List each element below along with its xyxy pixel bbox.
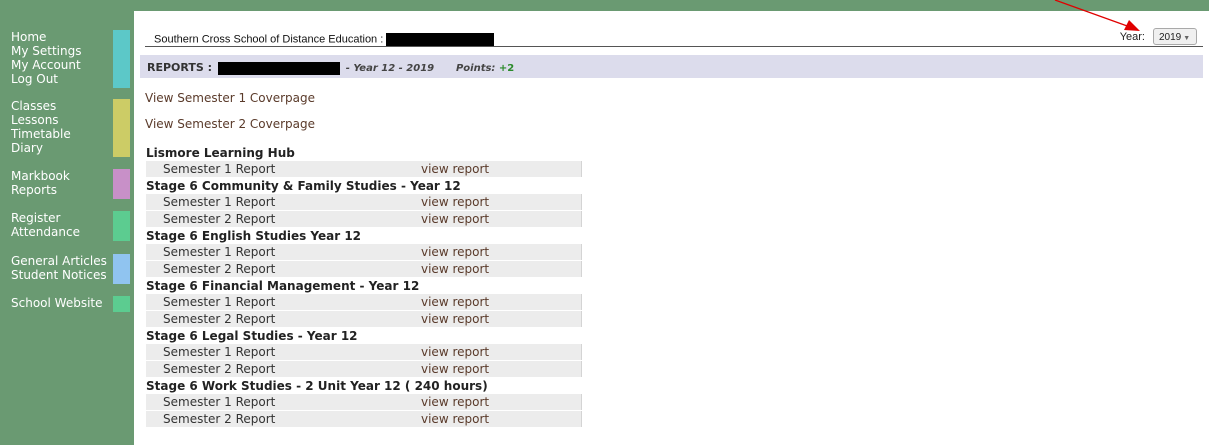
- report-row: Semester 2 Report view report: [146, 361, 582, 377]
- report-semester-label: Semester 2 Report: [163, 212, 276, 226]
- report-semester-label: Semester 1 Report: [163, 295, 276, 309]
- points-label: Points:: [455, 63, 496, 74]
- view-report-link[interactable]: view report: [421, 194, 489, 210]
- sidebar-color-bar: [113, 99, 130, 157]
- sidebar-group: Markbook Reports: [0, 169, 134, 199]
- chevron-down-icon: ▼: [1183, 35, 1191, 42]
- school-name: Southern Cross School of Distance Educat…: [154, 33, 384, 46]
- report-semester-label: Semester 1 Report: [163, 245, 276, 259]
- report-row: Semester 1 Report view report: [146, 344, 582, 360]
- sidebar-color-bar: [113, 254, 130, 284]
- sidebar-group: General Articles Student Notices: [0, 254, 134, 284]
- view-report-link[interactable]: view report: [421, 261, 489, 277]
- sidebar-color-bar: [113, 211, 130, 241]
- report-row: Semester 2 Report view report: [146, 211, 582, 227]
- report-semester-label: Semester 2 Report: [163, 362, 276, 376]
- sidebar-group: Classes Lessons Timetable Diary: [0, 99, 134, 157]
- view-report-link[interactable]: view report: [421, 411, 489, 427]
- semester-2-coverpage-link[interactable]: View Semester 2 Coverpage: [145, 117, 315, 131]
- report-semester-label: Semester 1 Report: [163, 345, 276, 359]
- view-report-link[interactable]: view report: [421, 294, 489, 310]
- course-name: Stage 6 English Studies Year 12: [146, 229, 362, 243]
- semester-1-coverpage-link[interactable]: View Semester 1 Coverpage: [145, 91, 315, 105]
- sidebar-color-bar: [113, 296, 130, 312]
- report-row: Semester 1 Report view report: [146, 161, 582, 177]
- redacted-block: [386, 33, 495, 46]
- report-row: Semester 2 Report view report: [146, 411, 582, 427]
- report-row: Semester 1 Report view report: [146, 294, 582, 310]
- points-value: +2: [498, 63, 515, 74]
- report-row: Semester 1 Report view report: [146, 394, 582, 410]
- reports-title: REPORTS :: [147, 61, 213, 74]
- sidebar-color-bar: [113, 169, 130, 199]
- year-select[interactable]: 2019 ▼: [1153, 28, 1197, 45]
- course-name: Stage 6 Community & Family Studies - Yea…: [146, 179, 461, 193]
- view-report-link[interactable]: view report: [421, 361, 489, 377]
- report-row: Semester 1 Report view report: [146, 244, 582, 260]
- redacted-block: [217, 61, 340, 75]
- view-report-link[interactable]: view report: [421, 161, 489, 177]
- view-report-link[interactable]: view report: [421, 211, 489, 227]
- school-header: Southern Cross School of Distance Educat…: [145, 26, 1203, 47]
- view-report-link[interactable]: view report: [421, 244, 489, 260]
- view-report-link[interactable]: view report: [421, 311, 489, 327]
- banner-year: - Year 12 - 2019: [345, 63, 435, 74]
- view-report-link[interactable]: view report: [421, 344, 489, 360]
- sidebar: Home My Settings My Account Log Out Classes L…: [0, 0, 134, 445]
- report-semester-label: Semester 1 Report: [163, 162, 276, 176]
- sidebar-color-bar: [113, 30, 130, 88]
- course-name: Stage 6 Work Studies - 2 Unit Year 12 ( …: [146, 379, 488, 393]
- sidebar-group: Register Attendance: [0, 211, 134, 241]
- report-row: Semester 2 Report view report: [146, 261, 582, 277]
- year-select-value: 2019: [1159, 32, 1182, 43]
- course-name: Stage 6 Financial Management - Year 12: [146, 279, 420, 293]
- view-report-link[interactable]: view report: [421, 394, 489, 410]
- sidebar-group: School Website: [0, 296, 134, 312]
- report-semester-label: Semester 2 Report: [163, 312, 276, 326]
- report-row: Semester 1 Report view report: [146, 194, 582, 210]
- sidebar-group: Home My Settings My Account Log Out: [0, 30, 134, 88]
- reports-banner: REPORTS : - Year 12 - 2019 Points: +2: [140, 55, 1203, 78]
- report-semester-label: Semester 2 Report: [163, 262, 276, 276]
- report-semester-label: Semester 1 Report: [163, 395, 276, 409]
- report-semester-label: Semester 2 Report: [163, 412, 276, 426]
- report-list: Lismore Learning Hub Semester 1 Report vie…: [146, 145, 586, 428]
- report-row: Semester 2 Report view report: [146, 311, 582, 327]
- report-semester-label: Semester 1 Report: [163, 195, 276, 209]
- year-label: Year:: [1119, 31, 1145, 43]
- course-name: Lismore Learning Hub: [146, 146, 295, 160]
- top-strip: [134, 0, 1209, 11]
- course-name: Stage 6 Legal Studies - Year 12: [146, 329, 358, 343]
